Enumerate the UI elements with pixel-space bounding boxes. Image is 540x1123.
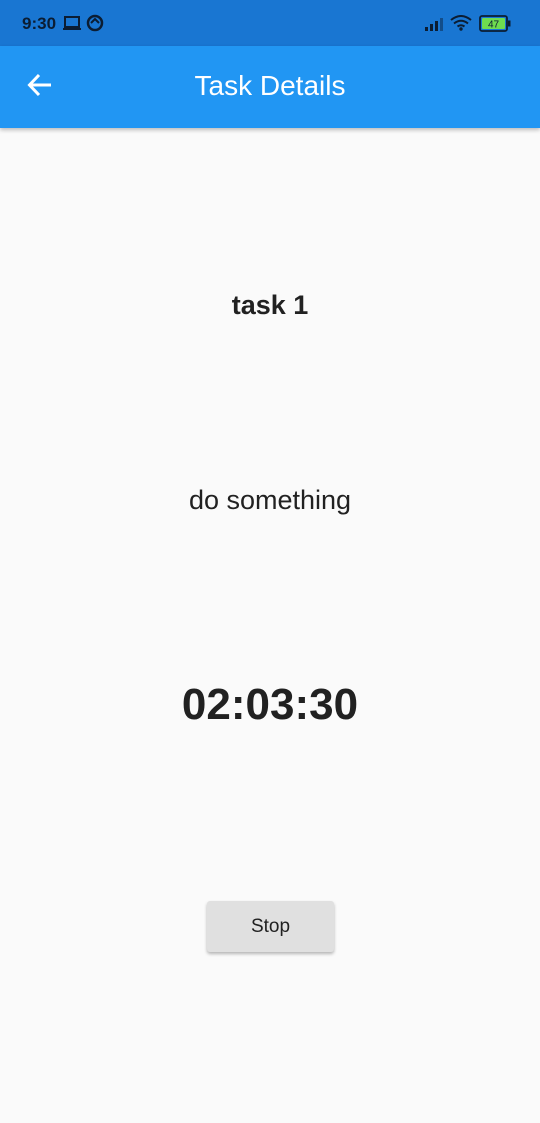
signal-icon xyxy=(424,17,444,35)
task-title: task 1 xyxy=(231,290,309,320)
status-bar: 9:30 47 xyxy=(0,0,540,46)
battery-level: 47 xyxy=(488,20,500,31)
laptop-icon xyxy=(62,14,82,32)
timer-display: 02:03:30 xyxy=(181,680,359,729)
task-description: do something xyxy=(188,485,352,515)
page-title: Task Details xyxy=(194,70,346,101)
app-bar: Task Details xyxy=(0,46,540,128)
sync-icon xyxy=(86,14,104,32)
stop-button[interactable]: Stop xyxy=(207,901,334,952)
wifi-icon xyxy=(450,15,472,33)
battery-icon: 47 xyxy=(479,15,511,33)
status-time: 9:30 xyxy=(22,14,57,33)
